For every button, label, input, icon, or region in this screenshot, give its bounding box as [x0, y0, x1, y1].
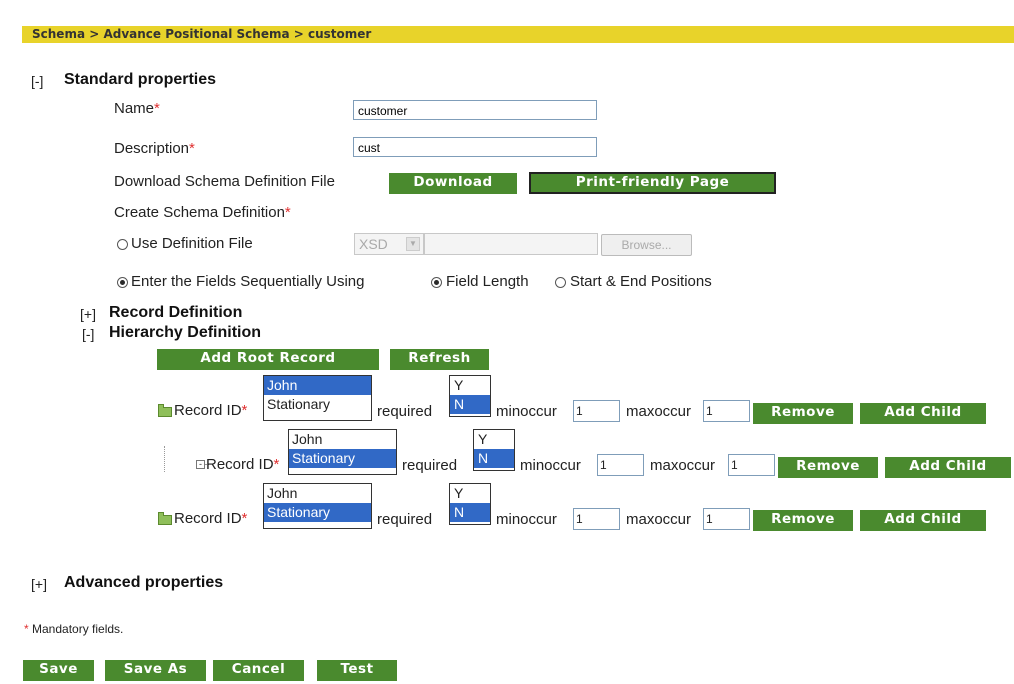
refresh-button[interactable]: Refresh: [390, 349, 489, 370]
save-button[interactable]: Save: [23, 660, 94, 681]
minoccur-label: minoccur: [496, 511, 557, 528]
download-schema-label: Download Schema Definition File: [114, 173, 335, 190]
format-select[interactable]: XSD ▼: [354, 233, 424, 255]
required-listbox[interactable]: Y N: [449, 483, 491, 525]
list-item[interactable]: Y: [450, 376, 490, 395]
minoccur-input[interactable]: 1: [573, 508, 620, 530]
add-child-button[interactable]: Add Child: [860, 510, 986, 531]
list-item[interactable]: N: [450, 503, 490, 522]
list-item[interactable]: John: [264, 484, 371, 503]
enter-fields-sequentially-label: Enter the Fields Sequentially Using: [131, 273, 365, 290]
maxoccur-input[interactable]: 1: [703, 508, 750, 530]
record-id-listbox[interactable]: John Stationary: [288, 429, 397, 475]
hierarchy-definition-toggle[interactable]: [-]: [82, 326, 94, 342]
required-listbox[interactable]: Y N: [449, 375, 491, 417]
description-label: Description*: [114, 140, 195, 157]
maxoccur-label: maxoccur: [626, 511, 692, 528]
tree-line: [164, 446, 165, 472]
name-label: Name*: [114, 100, 160, 117]
maxoccur-label: maxoccur: [626, 403, 692, 420]
list-item[interactable]: N: [474, 449, 514, 468]
remove-button[interactable]: Remove: [753, 510, 853, 531]
advanced-properties-title: Advanced properties: [64, 574, 224, 591]
list-item[interactable]: Y: [474, 430, 514, 449]
save-as-button[interactable]: Save As: [105, 660, 206, 681]
field-length-label: Field Length: [446, 273, 529, 290]
list-item[interactable]: N: [450, 395, 490, 414]
minoccur-input[interactable]: 1: [573, 400, 620, 422]
browse-button[interactable]: Browse...: [601, 234, 692, 256]
use-definition-file-label: Use Definition File: [131, 235, 253, 252]
print-friendly-page-button[interactable]: Print-friendly Page: [529, 172, 776, 194]
record-id-label: Record ID*: [174, 510, 248, 527]
list-item[interactable]: John: [289, 430, 396, 449]
maxoccur-label: maxoccur: [650, 457, 716, 474]
folder-icon: [158, 512, 172, 525]
list-item[interactable]: Stationary: [264, 503, 371, 522]
record-id-label: Record ID*: [206, 456, 280, 473]
maxoccur-input[interactable]: 1: [703, 400, 750, 422]
hierarchy-definition-title: Hierarchy Definition: [109, 324, 262, 341]
standard-properties-title: Standard properties: [64, 71, 217, 88]
required-listbox[interactable]: Y N: [473, 429, 515, 471]
download-button[interactable]: Download: [389, 173, 517, 194]
add-root-record-button[interactable]: Add Root Record: [157, 349, 379, 370]
start-end-positions-radio[interactable]: [555, 277, 566, 288]
mandatory-note: * Mandatory fields.: [24, 622, 124, 636]
required-label: required: [377, 511, 433, 528]
breadcrumb: Schema > Advance Positional Schema > cus…: [22, 26, 1014, 43]
description-field[interactable]: cust: [353, 137, 597, 157]
use-definition-file-radio[interactable]: [117, 239, 128, 250]
definition-file-path-input[interactable]: [424, 233, 598, 255]
advanced-properties-toggle[interactable]: [+]: [31, 576, 47, 592]
minoccur-label: minoccur: [496, 403, 557, 420]
list-item[interactable]: John: [264, 376, 371, 395]
record-id-listbox[interactable]: John Stationary: [263, 375, 372, 421]
maxoccur-input[interactable]: 1: [728, 454, 775, 476]
record-id-listbox[interactable]: John Stationary: [263, 483, 372, 529]
remove-button[interactable]: Remove: [778, 457, 878, 478]
start-end-positions-label: Start & End Positions: [570, 273, 712, 290]
record-definition-title: Record Definition: [109, 304, 243, 321]
add-child-button[interactable]: Add Child: [885, 457, 1011, 478]
chevron-down-icon: ▼: [406, 237, 420, 251]
add-child-button[interactable]: Add Child: [860, 403, 986, 424]
record-definition-toggle[interactable]: [+]: [80, 306, 96, 322]
standard-properties-toggle[interactable]: [-]: [31, 73, 43, 89]
required-label: required: [402, 457, 458, 474]
remove-button[interactable]: Remove: [753, 403, 853, 424]
cancel-button[interactable]: Cancel: [213, 660, 304, 681]
list-item[interactable]: Stationary: [289, 449, 396, 468]
test-button[interactable]: Test: [317, 660, 397, 681]
enter-fields-sequentially-radio[interactable]: [117, 277, 128, 288]
list-item[interactable]: Y: [450, 484, 490, 503]
name-field[interactable]: customer: [353, 100, 597, 120]
folder-icon: [158, 404, 172, 417]
minoccur-input[interactable]: 1: [597, 454, 644, 476]
field-length-radio[interactable]: [431, 277, 442, 288]
minoccur-label: minoccur: [520, 457, 581, 474]
list-item[interactable]: Stationary: [264, 395, 371, 414]
create-schema-definition-label: Create Schema Definition*: [114, 204, 291, 221]
required-label: required: [377, 403, 433, 420]
expand-icon[interactable]: -: [196, 460, 205, 469]
record-id-label: Record ID*: [174, 402, 248, 419]
